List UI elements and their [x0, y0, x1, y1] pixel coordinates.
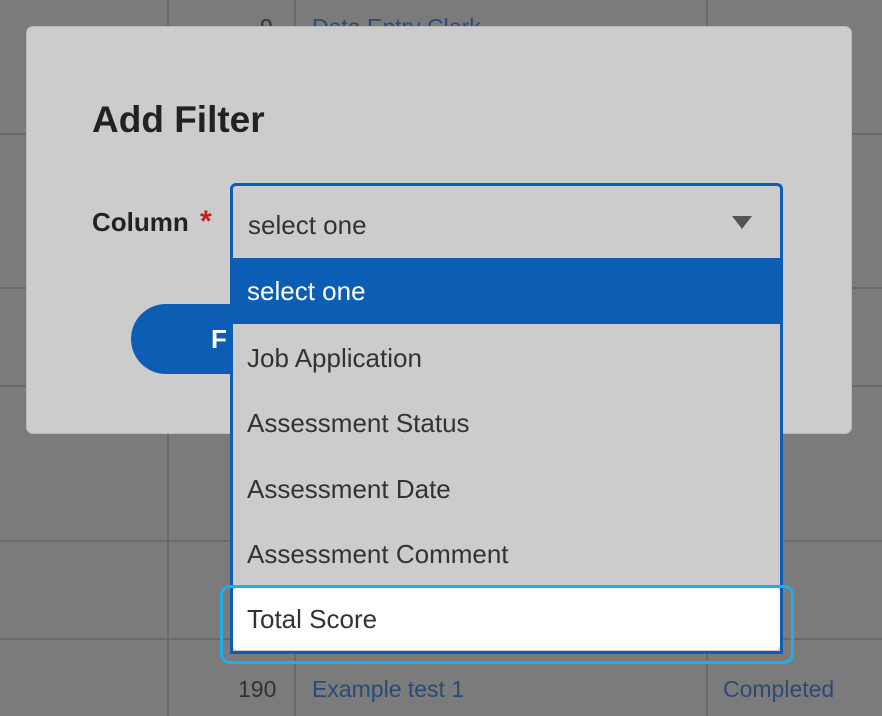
required-indicator: * — [200, 205, 212, 238]
dropdown-option-select-one[interactable]: select one — [233, 258, 780, 324]
column-select-value: select one — [248, 210, 367, 240]
dropdown-option-total-score[interactable]: Total Score — [233, 588, 780, 650]
dropdown-option-assessment-comment[interactable]: Assessment Comment — [233, 521, 780, 587]
column-dropdown-list: select one Job Application Assessment St… — [230, 258, 783, 654]
dropdown-option-assessment-date[interactable]: Assessment Date — [233, 456, 780, 522]
chevron-down-icon — [732, 216, 752, 229]
modal-title: Add Filter — [92, 99, 265, 140]
table-cell-number: 190 — [238, 676, 277, 702]
dropdown-option-assessment-status[interactable]: Assessment Status — [233, 390, 780, 456]
column-field-label: Column — [92, 207, 189, 237]
column-select[interactable]: select one — [230, 183, 783, 259]
table-cell-status: Completed — [723, 676, 835, 702]
dropdown-option-job-application[interactable]: Job Application — [233, 325, 780, 391]
table-cell-title[interactable]: Example test 1 — [312, 676, 464, 703]
